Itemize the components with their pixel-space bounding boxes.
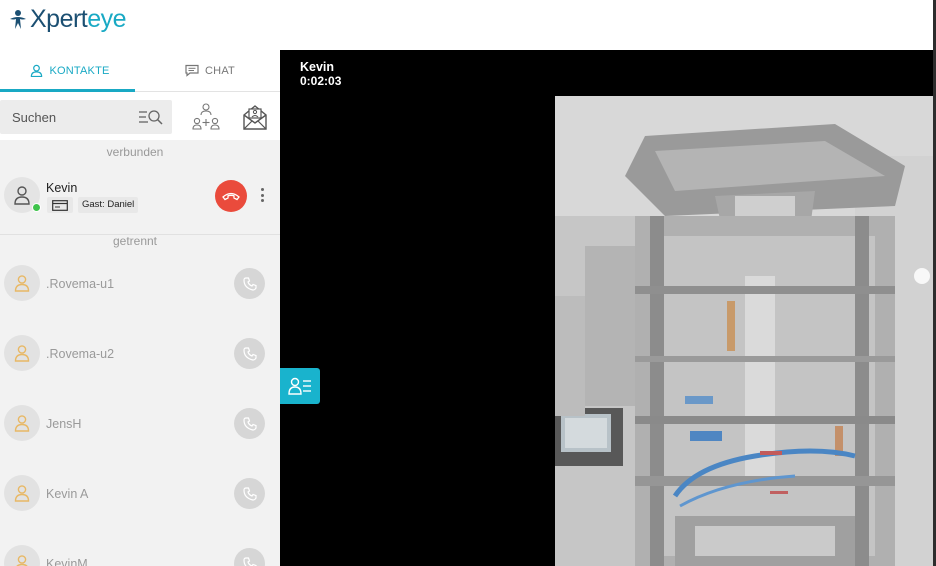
contact-name: .Rovema-u1 [46, 277, 115, 291]
tab-chat[interactable]: CHAT [140, 50, 280, 91]
group-add-icon [192, 103, 220, 130]
group-add-button[interactable] [191, 102, 221, 132]
contact-name: .Rovema-u2 [46, 347, 115, 361]
contact-row[interactable]: KevinM [0, 533, 280, 566]
contact-name: JensH [46, 417, 82, 431]
mail-contact-button[interactable] [240, 102, 270, 132]
section-disconnected-label: getrennt [112, 234, 158, 248]
section-connected-label: verbunden [106, 145, 164, 159]
search-input[interactable] [12, 109, 138, 125]
phone-icon [242, 486, 257, 501]
avatar [4, 335, 40, 371]
avatar [4, 545, 40, 566]
id-card-icon [52, 199, 68, 211]
online-status-dot [32, 203, 41, 212]
phone-icon [242, 346, 257, 361]
remote-video-feed[interactable] [555, 96, 933, 566]
contact-name: Kevin A [46, 487, 89, 501]
contacts-sidebar: KONTAKTE CHAT Suchen verbunden Kevin Gas… [0, 50, 280, 566]
avatar [4, 475, 40, 511]
person-icon [31, 64, 43, 77]
tab-kontakte[interactable]: KONTAKTE [0, 50, 140, 92]
chat-bubble-icon [185, 64, 199, 77]
user-avatar-icon [14, 275, 30, 292]
hangup-button[interactable] [215, 180, 247, 212]
user-avatar-icon [14, 415, 30, 432]
sidebar-tabs: KONTAKTE CHAT [0, 50, 280, 92]
contact-row[interactable]: JensH [0, 393, 280, 453]
phone-icon [242, 276, 257, 291]
user-avatar-icon [14, 186, 30, 205]
logo-eye-icon [10, 9, 26, 29]
contact-tools [0, 92, 280, 140]
contact-row[interactable]: .Rovema-u1 [0, 253, 280, 313]
logo-text: Xperteye [30, 5, 127, 33]
machine-video-image [555, 96, 933, 566]
avatar [4, 405, 40, 441]
contact-row[interactable]: Kevin A [0, 463, 280, 523]
device-badge [47, 197, 73, 213]
call-button[interactable] [234, 408, 265, 439]
avatar [4, 265, 40, 301]
active-contact-row[interactable]: Kevin Gast: Daniel [0, 167, 280, 227]
more-options-button[interactable] [256, 185, 268, 205]
call-button[interactable] [234, 268, 265, 299]
app-header: Xperteye [0, 0, 936, 50]
participants-panel-toggle[interactable] [280, 368, 320, 404]
contact-name: KevinM [46, 557, 88, 566]
user-avatar-icon [14, 485, 30, 502]
call-button[interactable] [234, 478, 265, 509]
caller-name: Kevin [300, 60, 335, 74]
call-button[interactable] [234, 338, 265, 369]
phone-hangup-icon [222, 192, 240, 201]
more-dot-icon [260, 199, 264, 202]
contact-row[interactable]: .Rovema-u2 [0, 323, 280, 383]
tab-chat-label: CHAT [205, 64, 235, 77]
contact-name: Kevin [46, 181, 78, 195]
phone-icon [242, 556, 257, 566]
phone-icon [242, 416, 257, 431]
more-dot-icon [260, 188, 264, 191]
call-button[interactable] [234, 548, 265, 566]
user-avatar-icon [14, 345, 30, 362]
video-call-area: Kevin 0:02:03 [280, 50, 933, 566]
call-timer: 0:02:03 [300, 74, 342, 88]
more-dot-icon [260, 193, 264, 197]
user-avatar-icon [16, 555, 28, 566]
search-box [0, 100, 172, 134]
tab-kontakte-label: KONTAKTE [49, 64, 110, 77]
guest-badge: Gast: Daniel [78, 197, 139, 213]
xpert-eye-logo: Xperteye [8, 5, 127, 34]
mail-contact-icon [243, 105, 267, 130]
contact-list-icon [288, 377, 311, 395]
filter-search-icon[interactable] [138, 108, 164, 126]
